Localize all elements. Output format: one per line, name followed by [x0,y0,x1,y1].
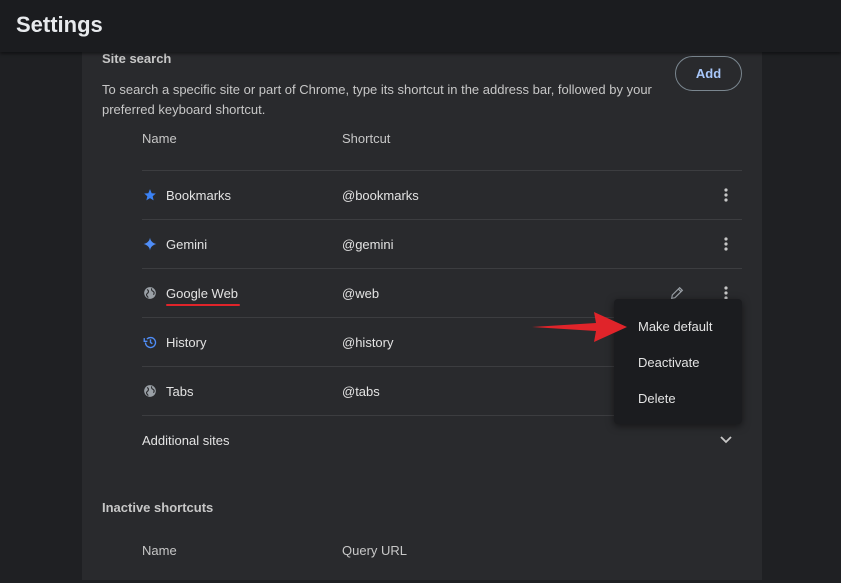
site-search-title: Site search [102,51,172,66]
context-menu: Make default Deactivate Delete [614,299,742,424]
row-shortcut: @bookmarks [342,188,419,203]
row-name: Bookmarks [166,188,232,203]
more-options-icon[interactable] [716,185,736,205]
globe-icon [142,383,158,399]
table-header: Name Shortcut [142,122,742,171]
add-button[interactable]: Add [675,56,742,91]
site-search-description: To search a specific site or part of Chr… [102,82,652,117]
column-header-name: Name [142,131,177,146]
sparkle-icon [142,236,158,252]
history-icon [142,334,158,350]
more-options-icon[interactable] [716,234,736,254]
globe-icon [142,285,158,301]
table-header: Name Query URL [142,534,742,583]
inactive-shortcuts-table: Name Query URL [142,534,742,583]
row-shortcut: @tabs [342,384,380,399]
row-name: Google Web [166,286,239,301]
menu-item-deactivate[interactable]: Deactivate [614,344,742,380]
column-header-shortcut: Shortcut [342,131,391,146]
column-header-name: Name [142,543,177,558]
column-header-query-url: Query URL [342,543,408,558]
row-shortcut: @web [342,286,380,301]
inactive-shortcuts-title: Inactive shortcuts [102,500,214,515]
table-row[interactable]: Gemini @gemini [142,220,742,269]
red-underline-annotation [166,304,240,306]
star-icon [142,187,158,203]
row-name: History [166,335,207,350]
additional-sites-label: Additional sites [142,433,230,448]
menu-item-delete[interactable]: Delete [614,380,742,416]
row-shortcut: @gemini [342,237,394,252]
menu-item-make-default[interactable]: Make default [614,308,742,344]
row-shortcut: @history [342,335,394,350]
table-row[interactable]: Bookmarks @bookmarks [142,171,742,220]
row-name: Gemini [166,237,208,252]
row-name: Tabs [166,384,194,399]
settings-header: Settings [0,0,841,52]
chevron-down-icon[interactable] [716,430,736,450]
red-arrow-annotation [532,312,627,342]
page-title: Settings [16,12,103,37]
